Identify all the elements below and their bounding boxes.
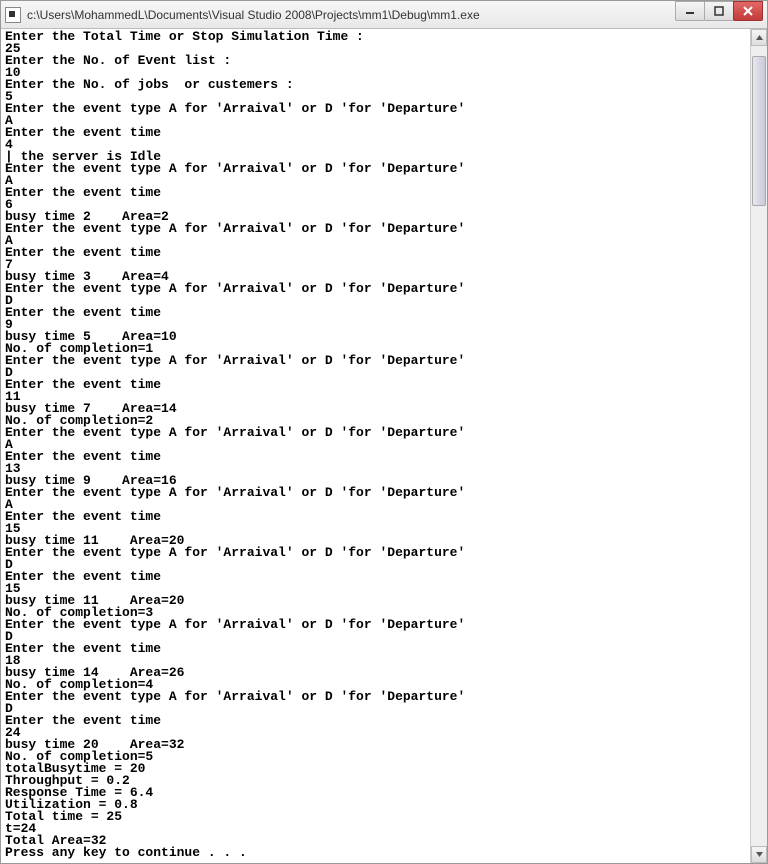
maximize-icon — [714, 6, 724, 16]
console-output[interactable]: Enter the Total Time or Stop Simulation … — [1, 29, 750, 863]
maximize-button[interactable] — [704, 1, 734, 21]
scroll-thumb[interactable] — [752, 56, 766, 206]
window-title: c:\Users\MohammedL\Documents\Visual Stud… — [27, 8, 676, 22]
minimize-button[interactable] — [675, 1, 705, 21]
scroll-down-button[interactable] — [751, 846, 767, 863]
titlebar[interactable]: c:\Users\MohammedL\Documents\Visual Stud… — [1, 1, 767, 29]
close-icon — [743, 6, 753, 16]
minimize-icon — [685, 6, 695, 16]
close-button[interactable] — [733, 1, 763, 21]
scroll-track[interactable] — [751, 46, 767, 846]
scroll-up-button[interactable] — [751, 29, 767, 46]
vertical-scrollbar[interactable] — [750, 29, 767, 863]
chevron-down-icon — [755, 850, 764, 859]
window-controls — [676, 1, 763, 21]
chevron-up-icon — [755, 33, 764, 42]
console-window: c:\Users\MohammedL\Documents\Visual Stud… — [0, 0, 768, 864]
client-area: Enter the Total Time or Stop Simulation … — [1, 29, 767, 863]
app-icon — [5, 7, 21, 23]
